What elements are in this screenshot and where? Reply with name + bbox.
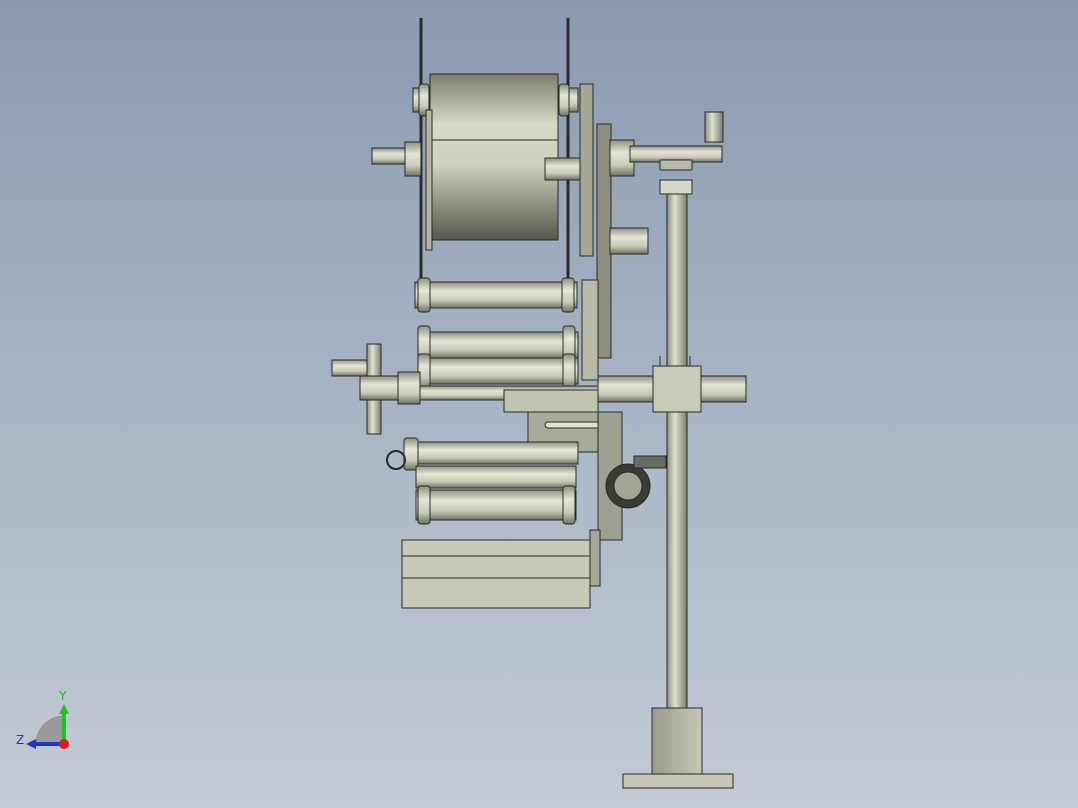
- machine-model[interactable]: [331, 18, 747, 789]
- triad-sphere-quadrant: [35, 715, 65, 745]
- top-arm: [629, 111, 724, 195]
- label-reel-drum: [425, 73, 559, 251]
- spring-clip: [386, 450, 406, 470]
- drive-gear: [597, 411, 667, 541]
- idler-roller-2: [417, 325, 579, 363]
- idler-roller-3: [417, 353, 579, 389]
- y-axis-arrowhead: [59, 704, 69, 714]
- z-axis-arrowhead: [26, 739, 36, 749]
- lower-roller-2: [415, 465, 577, 489]
- lower-roller-3: [415, 485, 577, 525]
- triad-origin: [59, 739, 69, 749]
- orientation-triad: Y Z: [16, 689, 69, 749]
- center-frame: [579, 83, 649, 381]
- base-block: [401, 529, 601, 609]
- cad-viewport[interactable]: Y Z: [0, 0, 1078, 808]
- y-axis-label: Y: [58, 689, 67, 703]
- z-axis-label: Z: [16, 733, 24, 747]
- lower-roller-1: [403, 437, 579, 471]
- idler-roller-1: [414, 277, 578, 313]
